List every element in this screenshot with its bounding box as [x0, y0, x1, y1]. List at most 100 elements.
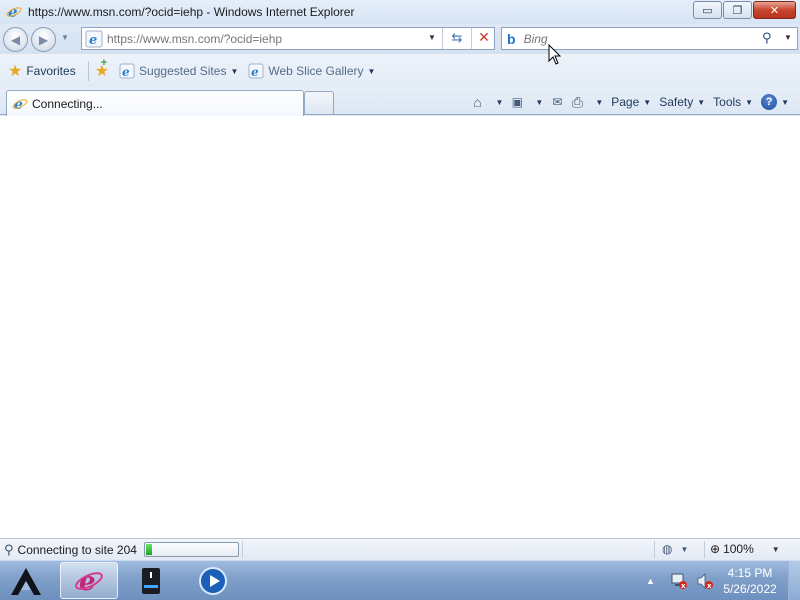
- search-bar: b ⚲ ▼: [501, 27, 798, 50]
- status-bar: ⚲ Connecting to site 204 ◍ ▼ ⊕ 100% ▼: [0, 538, 800, 560]
- help-menu[interactable]: ? ▼: [758, 94, 792, 110]
- web-slice-gallery-link[interactable]: e Web Slice Gallery ▼: [248, 63, 375, 79]
- help-icon: ?: [761, 94, 778, 110]
- status-divider: [654, 541, 655, 558]
- page-content[interactable]: [0, 116, 800, 538]
- chevron-down-icon: ▼: [745, 97, 754, 107]
- ie-page-icon: e: [85, 30, 103, 48]
- tools-menu[interactable]: Tools ▼: [710, 95, 756, 109]
- search-icon[interactable]: ⚲: [762, 30, 772, 46]
- show-hidden-icons-icon[interactable]: ▲: [646, 576, 655, 586]
- read-mail-icon[interactable]: ✉: [548, 93, 566, 111]
- show-desktop-button[interactable]: [788, 561, 800, 600]
- zoom-level: 100%: [723, 542, 754, 556]
- favorites-star-icon: ★: [8, 63, 23, 80]
- svg-text:e: e: [14, 97, 23, 112]
- title-bar: e https://www.msn.com/?ocid=iehp - Windo…: [0, 0, 800, 24]
- print-icon[interactable]: ⎙: [568, 93, 586, 111]
- search-options-dropdown[interactable]: ▼: [784, 33, 792, 42]
- start-button[interactable]: [8, 564, 44, 598]
- taskbar-internet-explorer[interactable]: e: [60, 562, 118, 599]
- chevron-down-icon: ▼: [595, 97, 604, 107]
- search-status-icon: ⚲: [4, 541, 14, 557]
- internet-explorer-icon: e: [12, 97, 28, 112]
- window-controls: ▭ ❐ ✕: [693, 1, 796, 19]
- chevron-down-icon: ▼: [781, 97, 789, 107]
- print-dropdown[interactable]: ▼: [588, 98, 606, 107]
- home-dropdown[interactable]: ▼: [488, 98, 506, 107]
- chevron-down-icon: ▼: [771, 544, 780, 554]
- safety-menu-label: Safety: [659, 95, 694, 109]
- address-divider: [471, 28, 472, 49]
- tab-label: Connecting...: [32, 96, 103, 111]
- volume-muted-icon[interactable]: x: [697, 573, 713, 589]
- status-text: Connecting to site 204: [17, 542, 137, 557]
- tools-menu-label: Tools: [713, 95, 742, 109]
- bing-icon: b: [507, 30, 516, 47]
- chevron-down-icon: ▼: [367, 66, 376, 76]
- zoom-control[interactable]: ⊕ 100% ▼: [710, 542, 780, 556]
- page-menu-label: Page: [611, 95, 640, 109]
- tab-connecting[interactable]: e Connecting...: [6, 90, 304, 116]
- suggested-sites-label: Suggested Sites: [139, 64, 227, 78]
- protected-mode-icon: ◍: [662, 542, 673, 556]
- svg-text:e: e: [79, 567, 96, 596]
- home-icon[interactable]: ⌂: [468, 93, 486, 111]
- security-zone[interactable]: ◍ ▼: [662, 542, 688, 556]
- network-error-icon[interactable]: x: [671, 573, 687, 589]
- chevron-down-icon: ▼: [535, 97, 544, 107]
- tab-bar: e Connecting... ⌂ ▼ ▣ ▼ ✉ ⎙ ▼ Page ▼ Saf…: [0, 88, 800, 116]
- taskbar-media-player[interactable]: [184, 562, 242, 599]
- feeds-dropdown[interactable]: ▼: [528, 98, 546, 107]
- loading-progress-bar: [144, 542, 239, 557]
- ie-page-icon: e: [248, 63, 264, 79]
- clock-date: 5/26/2022: [723, 582, 777, 596]
- chevron-down-icon: ▼: [697, 97, 706, 107]
- web-slice-gallery-label: Web Slice Gallery: [268, 64, 364, 78]
- mouse-cursor-icon: [548, 44, 562, 65]
- new-tab-button[interactable]: [304, 91, 334, 114]
- page-menu[interactable]: Page ▼: [608, 95, 654, 109]
- address-divider: [442, 28, 443, 49]
- recent-pages-dropdown[interactable]: ▼: [61, 33, 69, 42]
- suggested-sites-link[interactable]: e Suggested Sites ▼: [119, 63, 238, 79]
- chevron-down-icon: ▼: [495, 97, 504, 107]
- chevron-down-icon: ▼: [230, 66, 239, 76]
- progress-fill: [146, 544, 152, 555]
- close-button[interactable]: ✕: [753, 1, 796, 19]
- add-to-favorites-icon[interactable]: ★: [95, 57, 109, 81]
- status-divider: [242, 541, 243, 558]
- minimize-button[interactable]: ▭: [693, 1, 722, 19]
- navigation-bar: ◀ ▶ ▼ e ▼ ⇆ ✕ b ⚲ ▼: [0, 24, 800, 54]
- media-player-icon: [199, 566, 227, 595]
- feeds-icon[interactable]: ▣: [508, 93, 526, 111]
- favorites-bar: ★ Favorites ★ e Suggested Sites ▼ e Web …: [0, 54, 800, 88]
- clock[interactable]: 4:15 PM 5/26/2022: [712, 565, 788, 597]
- address-history-dropdown[interactable]: ▼: [428, 33, 436, 42]
- svg-text:e: e: [122, 65, 130, 79]
- address-input[interactable]: [107, 31, 437, 46]
- chevron-down-icon: ▼: [680, 544, 689, 554]
- stop-icon[interactable]: ✕: [476, 29, 492, 47]
- favorites-label: Favorites: [26, 64, 76, 78]
- svg-text:x: x: [681, 582, 686, 589]
- back-arrow-icon: ◀: [10, 32, 21, 47]
- maximize-button[interactable]: ❐: [723, 1, 752, 19]
- storage-drive-icon: [142, 567, 160, 594]
- favorites-divider: [87, 61, 89, 81]
- internet-explorer-icon: e: [75, 567, 103, 596]
- internet-explorer-icon: e: [6, 4, 22, 20]
- system-tray: ▲ x x: [640, 561, 713, 600]
- svg-text:e: e: [89, 33, 97, 48]
- taskbar-file-storage[interactable]: [122, 562, 180, 599]
- back-button[interactable]: ◀: [3, 27, 28, 52]
- safety-menu[interactable]: Safety ▼: [656, 95, 708, 109]
- forward-button[interactable]: ▶: [31, 27, 56, 52]
- favorites-button[interactable]: ★ Favorites: [8, 61, 76, 81]
- status-divider: [704, 541, 705, 558]
- compatibility-refresh-icon[interactable]: ⇆: [448, 30, 466, 48]
- svg-text:e: e: [251, 65, 259, 79]
- forward-arrow-icon: ▶: [38, 32, 49, 47]
- command-bar: ⌂ ▼ ▣ ▼ ✉ ⎙ ▼ Page ▼ Safety ▼ Tools ▼ ? …: [468, 91, 792, 113]
- clock-time: 4:15 PM: [727, 566, 773, 580]
